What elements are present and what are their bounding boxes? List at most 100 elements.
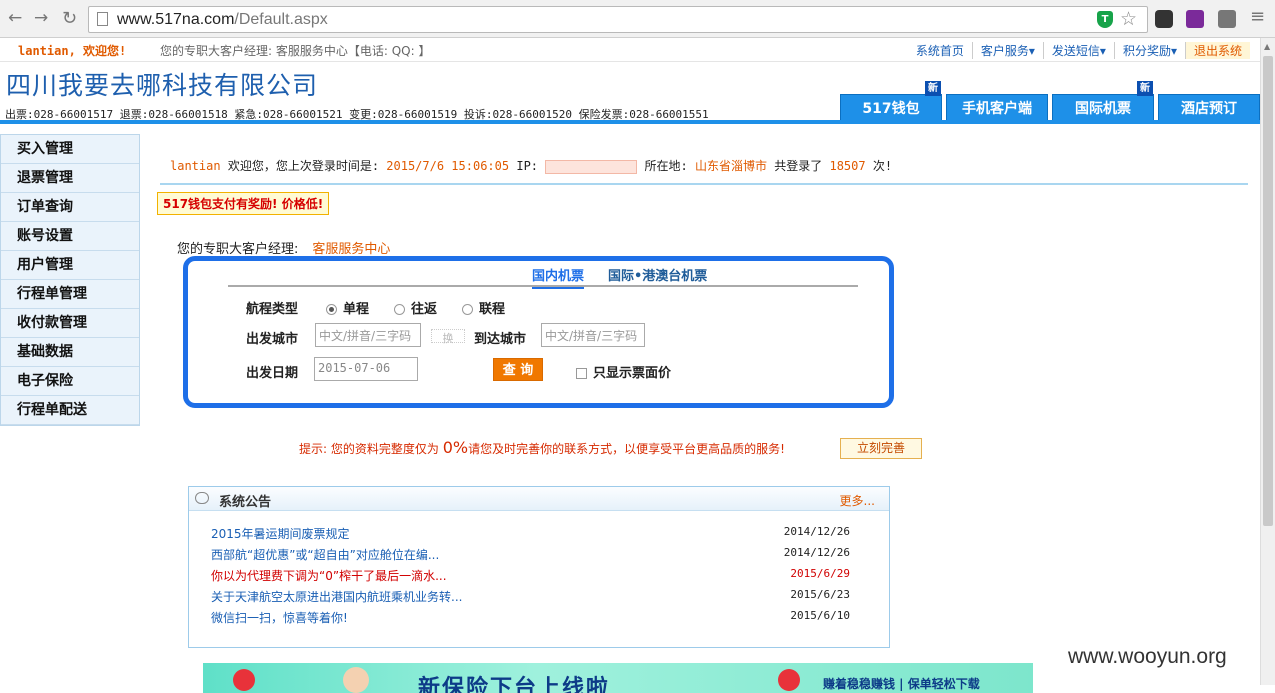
tab-wallet[interactable]: 517钱包新 [840,81,942,122]
checkbox-box[interactable] [576,368,587,379]
radio-unchecked[interactable] [394,304,405,315]
tab-mobile-client[interactable]: 手机客户端 [946,94,1048,122]
sidebar-item-base-data[interactable]: 基础数据 [1,338,139,367]
flight-search-panel: 国内机票 国际•港澳台机票 航程类型 单程 往返 联程 出发城市 中文/拼音/三… [183,256,894,408]
divider [160,183,1248,185]
url-text[interactable]: www.517na.com/Default.aspx [117,11,328,29]
notice-item[interactable]: 2015年暑运期间废票规定 2014/12/26 [211,525,871,542]
forward-arrow-icon[interactable]: → [34,8,48,28]
depart-city-label: 出发城市 [246,332,299,347]
tab-intl-tickets[interactable]: 国际机票新 [1052,81,1154,122]
sidebar-item-orders[interactable]: 订单查询 [1,193,139,222]
url-path: /Default.aspx [234,11,328,28]
notice-item[interactable]: 微信扫一扫，惊喜等着你! 2015/6/10 [211,609,871,626]
notice-more-link[interactable]: 更多... [840,492,875,509]
tab-label: 手机客户端 [962,101,1032,117]
notice-item-title[interactable]: 西部航“超优惠”或“超自由”对应舱位在编... [211,548,439,562]
speech-bubble-icon [195,492,209,504]
new-badge: 新 [925,81,941,96]
tip-percent: 0% [442,438,469,457]
page-scrollbar[interactable]: ▲ [1260,38,1275,685]
route-type-label: 航程类型 [246,302,299,317]
browser-toolbar: ← → ↻ www.517na.com/Default.aspx T ☆ ≡ [0,0,1275,38]
scrollbar-thumb[interactable] [1263,56,1273,526]
account-manager-value[interactable]: 客服服务中心 [312,242,390,257]
sidebar-item-purchase[interactable]: 买入管理 [1,135,139,164]
red-lantern-icon [778,669,800,691]
notice-item-title[interactable]: 关于天津航空太原进出港国内航班乘机业务转... [211,590,462,604]
sidebar-item-account[interactable]: 账号设置 [1,222,139,251]
reload-icon[interactable]: ↻ [62,8,77,29]
header-divider [0,120,1260,124]
menu-icon[interactable]: ≡ [1250,6,1265,27]
notice-item[interactable]: 西部航“超优惠”或“超自由”对应舱位在编... 2014/12/26 [211,546,871,563]
sidebar-item-payments[interactable]: 收付款管理 [1,309,139,338]
search-tabs: 国内机票 国际•港澳台机票 [228,263,858,289]
pocket-extension-icon[interactable] [1155,10,1173,28]
notice-item[interactable]: 关于天津航空太原进出港国内航班乘机业务转... 2015/6/23 [211,588,871,605]
notice-item-title[interactable]: 你以为代理费下调为“0”榨干了最后一滴水... [211,569,447,583]
onenote-extension-icon[interactable] [1186,10,1204,28]
sidebar-item-refund[interactable]: 退票管理 [1,164,139,193]
radio-checked[interactable] [326,304,337,315]
tab-hotel[interactable]: 酒店预订 [1158,94,1260,122]
character-illustration [343,667,369,693]
top-links: 系统首页 客户服务▾ 发送短信▾ 积分奖励▾ 退出系统 [908,42,1250,59]
depart-city-input[interactable]: 中文/拼音/三字码 [315,323,421,347]
tab-label: 酒店预订 [1181,101,1237,117]
account-manager: 您的专职大客户经理: 客服服务中心 [177,238,390,257]
sidebar-item-itinerary[interactable]: 行程单管理 [1,280,139,309]
notice-item-title[interactable]: 2015年暑运期间废票规定 [211,527,350,541]
arrive-city-input[interactable]: 中文/拼音/三字码 [541,323,645,347]
back-arrow-icon[interactable]: ← [8,8,22,28]
arrive-city-label: 到达城市 [474,332,527,347]
link-points[interactable]: 积分奖励▾ [1115,42,1186,59]
radio-unchecked[interactable] [462,304,473,315]
watermark-text: www.wooyun.org [1068,645,1227,668]
ip-redacted [545,159,638,174]
link-home[interactable]: 系统首页 [908,42,973,59]
radio-multi[interactable]: 联程 [462,298,505,317]
login-count-label: 共登录了 [774,159,823,173]
link-customer-service[interactable]: 客户服务▾ [973,42,1044,59]
scroll-up-arrow-icon[interactable]: ▲ [1264,42,1270,51]
notice-item-date: 2015/6/10 [790,609,850,622]
link-send-sms[interactable]: 发送短信▾ [1044,42,1115,59]
sidebar-item-insurance[interactable]: 电子保险 [1,367,139,396]
company-name: 四川我要去哪科技有限公司 [6,71,319,100]
swap-cities-button[interactable]: 换 [431,329,465,345]
location-label: 所在地: [644,159,688,173]
sidebar-item-itinerary-delivery[interactable]: 行程单配送 [1,396,139,425]
tab-domestic[interactable]: 国内机票 [532,265,585,289]
address-bar[interactable]: www.517na.com/Default.aspx T ☆ [88,6,1148,33]
login-user: lantian [170,159,221,173]
link-logout[interactable]: 退出系统 [1185,42,1250,59]
extension-icon[interactable] [1218,10,1236,28]
notice-title: 系统公告 [219,495,272,510]
radio-label: 单程 [343,302,370,317]
face-price-checkbox[interactable]: 只显示票面价 [576,362,671,381]
radio-oneway[interactable]: 单程 [326,298,369,317]
login-text: 欢迎您，您上次登录时间是: [227,159,380,173]
notice-item-title[interactable]: 微信扫一扫，惊喜等着你! [211,611,348,625]
complete-profile-button[interactable]: 立刻完善 [840,438,922,459]
banner-headline: 新保险下台上线啦 [418,676,611,693]
site-topbar: lantian, 欢迎您! 您的专职大客户经理: 客服服务中心【电话: QQ: … [0,38,1260,62]
sidebar-item-users[interactable]: 用户管理 [1,251,139,280]
wallet-promo[interactable]: 517钱包支付有奖励! 价格低! [157,192,330,215]
red-lantern-icon [233,669,255,691]
search-button[interactable]: 查 询 [493,358,543,381]
depart-date-input[interactable]: 2015-07-06 [314,357,418,381]
login-count: 18507 [829,159,866,173]
notice-item-date: 2015/6/23 [790,588,850,601]
bookmark-star-icon[interactable]: ☆ [1120,8,1137,30]
tab-international[interactable]: 国际•港澳台机票 [608,265,707,284]
security-shield-icon[interactable]: T [1097,11,1113,28]
banner-side-text: 赚着稳稳赚钱 | 保单轻松下载 [823,677,980,691]
url-host: www.517na.com [117,11,235,28]
radio-roundtrip[interactable]: 往返 [394,298,437,317]
new-badge: 新 [1137,81,1153,96]
notice-item[interactable]: 你以为代理费下调为“0”榨干了最后一滴水... 2015/6/29 [211,567,871,584]
insurance-ad-banner[interactable]: 新保险下台上线啦 赚着稳稳赚钱 | 保单轻松下载 [203,663,1033,693]
depart-date-label: 出发日期 [246,366,299,381]
